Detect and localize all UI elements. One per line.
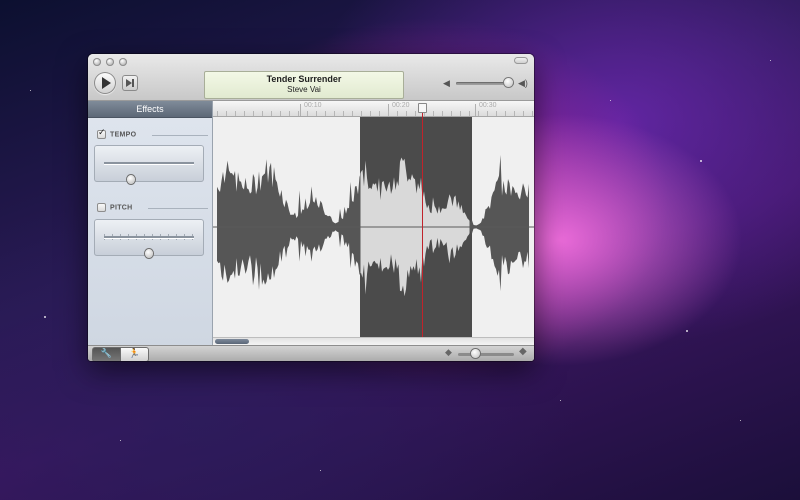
tempo-checkbox[interactable] xyxy=(97,128,106,139)
ruler-label: 00:10 xyxy=(304,102,322,109)
ruler-minor-tick xyxy=(271,111,272,116)
pitch-slider-knob[interactable] xyxy=(145,249,153,258)
ruler-tick xyxy=(300,104,301,116)
zoom-slider[interactable] xyxy=(458,349,514,358)
run-mode-button[interactable]: 🏃 xyxy=(120,347,149,361)
zoom-in-icon: ◆ xyxy=(519,346,527,357)
ruler-minor-tick xyxy=(289,111,290,116)
ruler-minor-tick xyxy=(415,111,416,116)
ruler-minor-tick xyxy=(523,111,524,116)
edit-mode-button[interactable]: 🔧 xyxy=(92,347,121,361)
tempo-label: TEMPO xyxy=(110,131,137,139)
volume-high-icon: ◀) xyxy=(518,78,528,88)
ruler-minor-tick xyxy=(235,111,236,116)
waveform-shape xyxy=(217,154,529,297)
zoom-slider-knob[interactable] xyxy=(470,349,480,358)
pitch-control-panel xyxy=(94,219,204,258)
pitch-label: PITCH xyxy=(110,204,133,212)
play-button[interactable] xyxy=(94,72,116,94)
ruler-minor-tick xyxy=(217,111,218,116)
ruler-minor-tick xyxy=(325,111,326,116)
ruler-minor-tick xyxy=(244,111,245,116)
ruler-minor-tick xyxy=(451,111,452,116)
star xyxy=(700,160,702,162)
volume-slider-knob[interactable] xyxy=(504,78,514,87)
ruler-minor-tick xyxy=(406,111,407,116)
playhead[interactable] xyxy=(422,113,423,337)
ruler-minor-tick xyxy=(514,111,515,116)
tempo-slider[interactable] xyxy=(104,162,194,184)
play-selection-button[interactable] xyxy=(122,75,138,91)
toolbar: Tender Surrender Steve Vai ◀ ◀) xyxy=(88,54,534,101)
zoom-window-button[interactable] xyxy=(119,58,127,66)
divider xyxy=(148,208,208,209)
track-title: Tender Surrender xyxy=(266,74,342,84)
ruler-minor-tick xyxy=(280,111,281,116)
ruler-minor-tick xyxy=(343,111,344,116)
tempo-toggle[interactable]: TEMPO xyxy=(97,128,137,139)
tempo-slider-knob[interactable] xyxy=(127,175,135,184)
toolbar-toggle-button[interactable] xyxy=(514,57,528,64)
star xyxy=(740,420,741,421)
app-window: Tender Surrender Steve Vai ◀ ◀) Effects … xyxy=(88,54,534,361)
ruler-label: 00:20 xyxy=(392,102,410,109)
ruler-minor-tick xyxy=(361,111,362,116)
ruler-minor-tick xyxy=(442,111,443,116)
ruler-minor-tick xyxy=(532,111,533,116)
ruler-minor-tick xyxy=(496,111,497,116)
star xyxy=(44,316,46,318)
waveform xyxy=(213,154,534,297)
ruler-label: 00:30 xyxy=(479,102,497,109)
now-playing-display: Tender Surrender Steve Vai xyxy=(204,71,404,99)
time-ruler[interactable]: 00:10 00:20 00:30 xyxy=(213,101,534,117)
ruler-minor-tick xyxy=(487,111,488,116)
ruler-minor-tick xyxy=(298,111,299,116)
volume-low-icon: ◀ xyxy=(443,78,450,88)
minimize-window-button[interactable] xyxy=(106,58,114,66)
waveform-editor[interactable]: 00:10 00:20 00:30 xyxy=(213,101,534,346)
close-window-button[interactable] xyxy=(93,58,101,66)
ruler-minor-tick xyxy=(397,111,398,116)
scrollbar-thumb[interactable] xyxy=(215,339,249,344)
divider xyxy=(152,135,208,136)
ruler-minor-tick xyxy=(262,111,263,116)
ruler-minor-tick xyxy=(469,111,470,116)
ruler-tick xyxy=(475,104,476,116)
ruler-minor-tick xyxy=(316,111,317,116)
bottom-bar: 🔧 🏃 ◆ ◆ xyxy=(88,345,534,361)
volume-slider[interactable] xyxy=(456,78,514,87)
effects-header: Effects xyxy=(88,101,212,118)
tempo-control-panel xyxy=(94,145,204,184)
ruler-minor-tick xyxy=(370,111,371,116)
star xyxy=(610,100,611,101)
pitch-checkbox[interactable] xyxy=(97,203,106,212)
star xyxy=(770,60,771,61)
running-figure-icon: 🏃 xyxy=(128,349,141,359)
star xyxy=(560,400,561,401)
ruler-minor-tick xyxy=(433,111,434,116)
artist-name: Steve Vai xyxy=(287,85,321,94)
ruler-minor-tick xyxy=(334,111,335,116)
ruler-minor-tick xyxy=(352,111,353,116)
star xyxy=(320,470,321,471)
ruler-minor-tick xyxy=(307,111,308,116)
effects-sidebar: Effects TEMPO PITCH xyxy=(88,101,213,345)
pitch-toggle[interactable]: PITCH xyxy=(97,203,133,212)
star xyxy=(30,90,31,91)
ruler-minor-tick xyxy=(379,111,380,116)
ruler-minor-tick xyxy=(460,111,461,116)
ruler-minor-tick xyxy=(478,111,479,116)
wrench-icon: 🔧 xyxy=(100,349,113,359)
pitch-slider[interactable] xyxy=(104,236,194,258)
ruler-minor-tick xyxy=(226,111,227,116)
star xyxy=(686,330,688,332)
ruler-minor-tick xyxy=(505,111,506,116)
ruler-minor-tick xyxy=(253,111,254,116)
zoom-out-icon: ◆ xyxy=(445,347,452,357)
ruler-minor-tick xyxy=(388,111,389,116)
playhead-marker[interactable] xyxy=(418,103,427,113)
star xyxy=(120,440,121,441)
